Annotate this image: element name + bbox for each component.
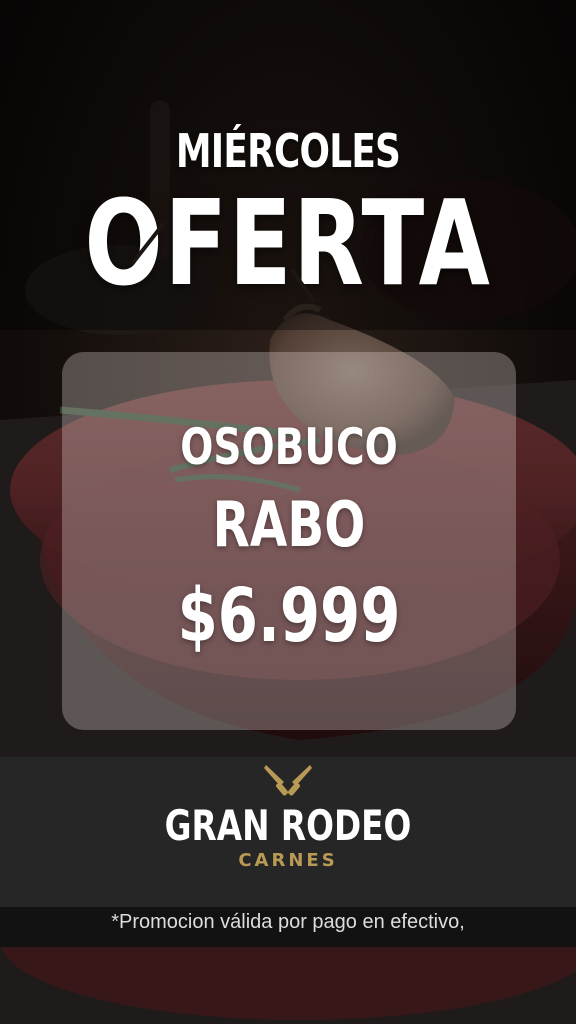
offer-title: OFERTA [84, 174, 492, 312]
brand-subtitle: CARNES [238, 850, 338, 871]
promo-disclaimer: *Promocion válida por pago en efectivo, [111, 911, 465, 933]
product-name-line-1: OSOBUCO [180, 418, 398, 476]
promo-poster: MIÉRCOLES OFERTA OSOBUCO RABO $6.999 GRA… [0, 0, 576, 1024]
brand-name: GRAN RODEO [164, 801, 412, 850]
crossed-knives-icon [264, 765, 312, 796]
offer-price: $6.999 [177, 573, 401, 659]
product-name-line-2: RABO [212, 488, 366, 561]
weekday-heading: MIÉRCOLES [175, 124, 401, 178]
